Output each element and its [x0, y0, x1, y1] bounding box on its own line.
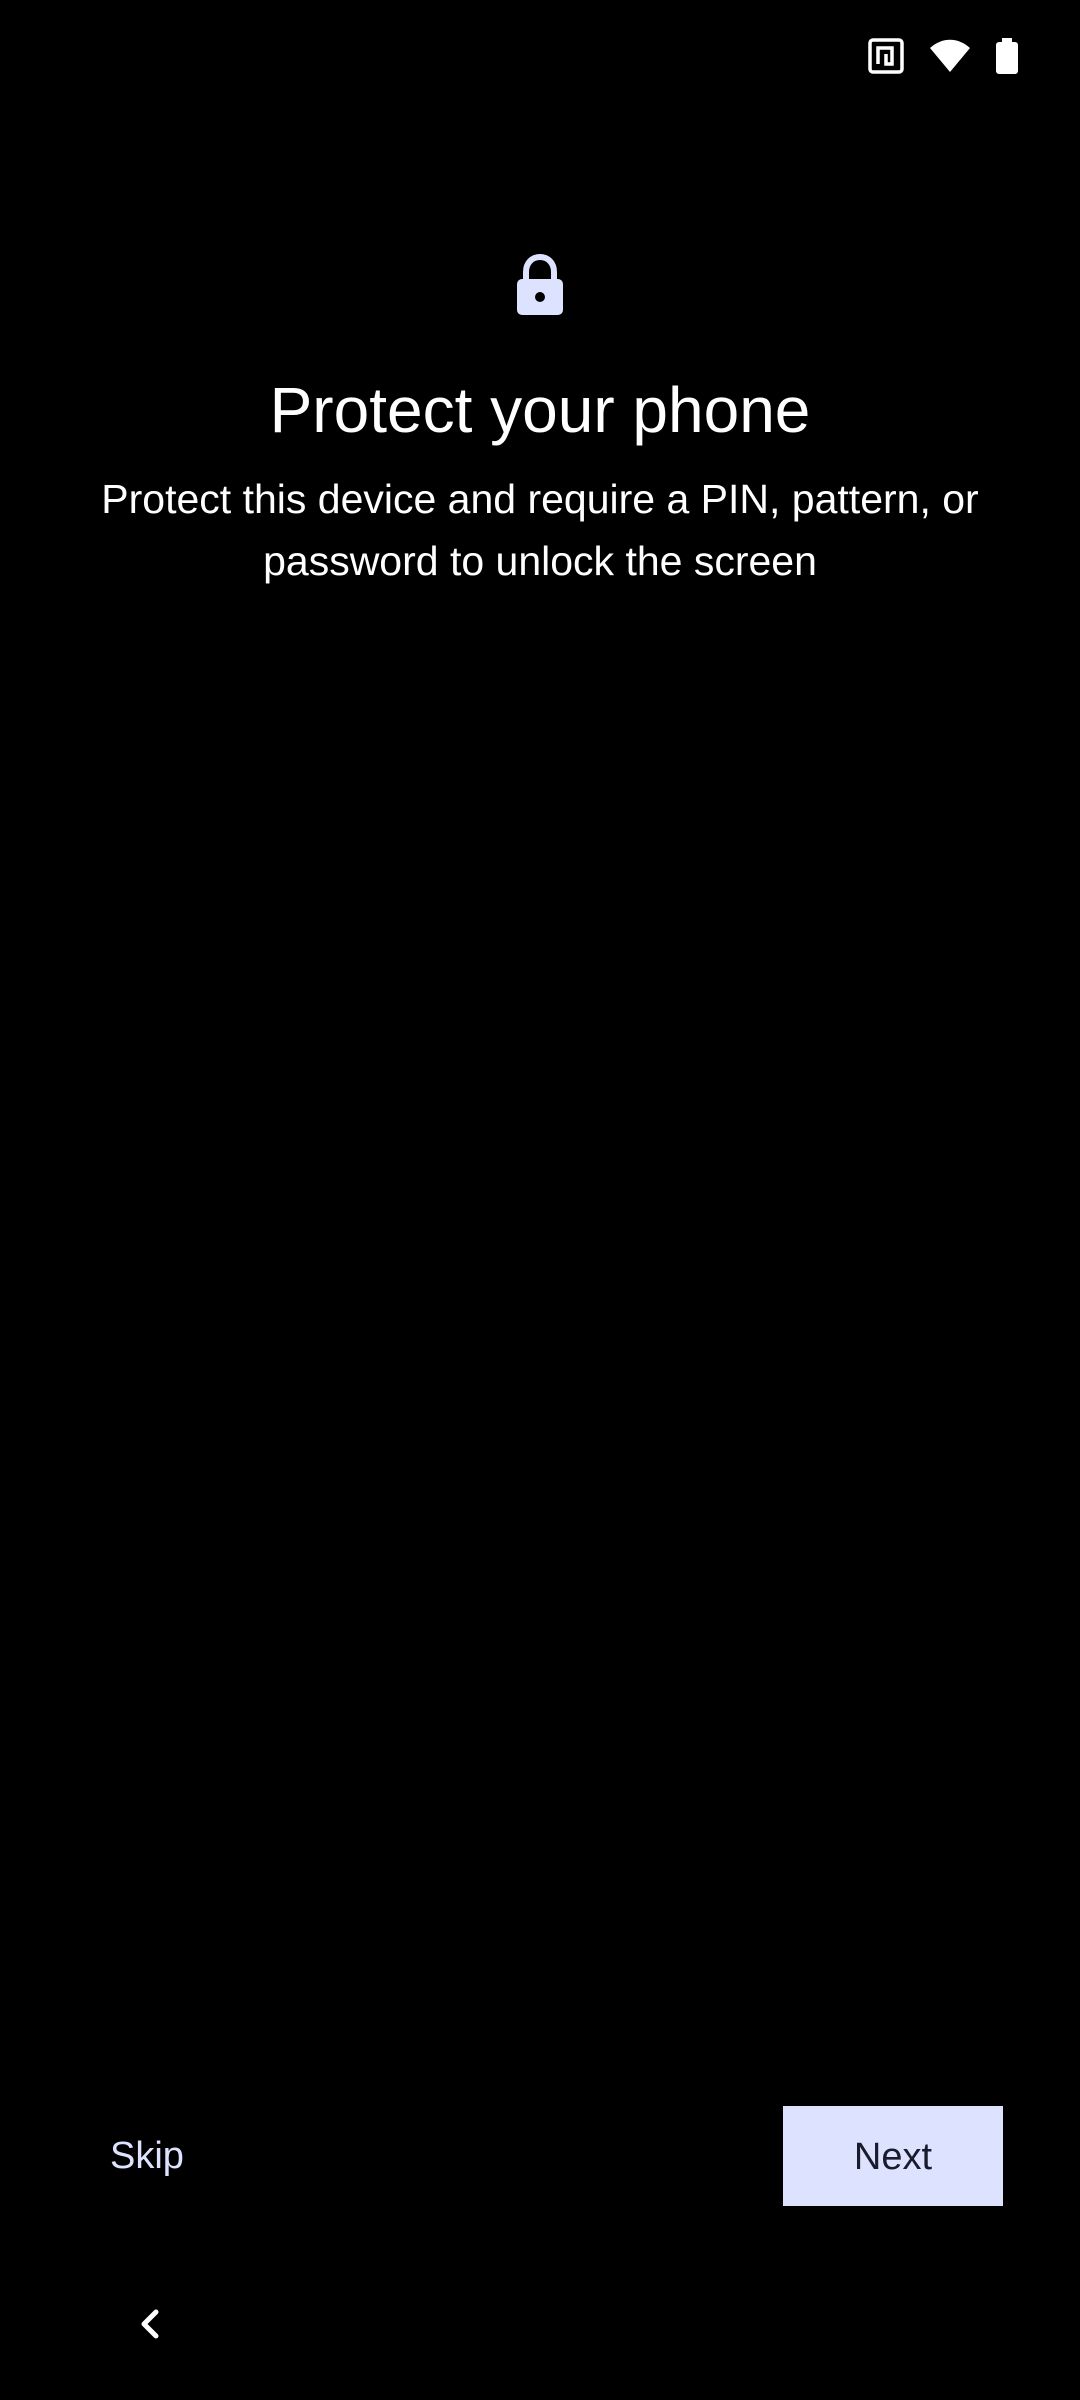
setup-screen: Protect your phone Protect this device a… [0, 0, 1080, 2400]
lock-icon [516, 253, 564, 316]
back-button[interactable] [120, 2294, 180, 2354]
status-icons [868, 38, 1018, 74]
page-description: Protect this device and require a PIN, p… [101, 476, 979, 584]
nfc-icon [868, 38, 904, 74]
chevron-left-icon [120, 2309, 180, 2357]
wifi-icon [930, 39, 970, 73]
battery-icon [996, 38, 1018, 74]
navigation-bar [0, 2270, 1080, 2400]
page-title: Protect your phone [269, 374, 811, 446]
next-button[interactable]: Next [783, 2106, 1003, 2206]
status-bar [0, 0, 1080, 120]
skip-button[interactable]: Skip [86, 2106, 208, 2206]
